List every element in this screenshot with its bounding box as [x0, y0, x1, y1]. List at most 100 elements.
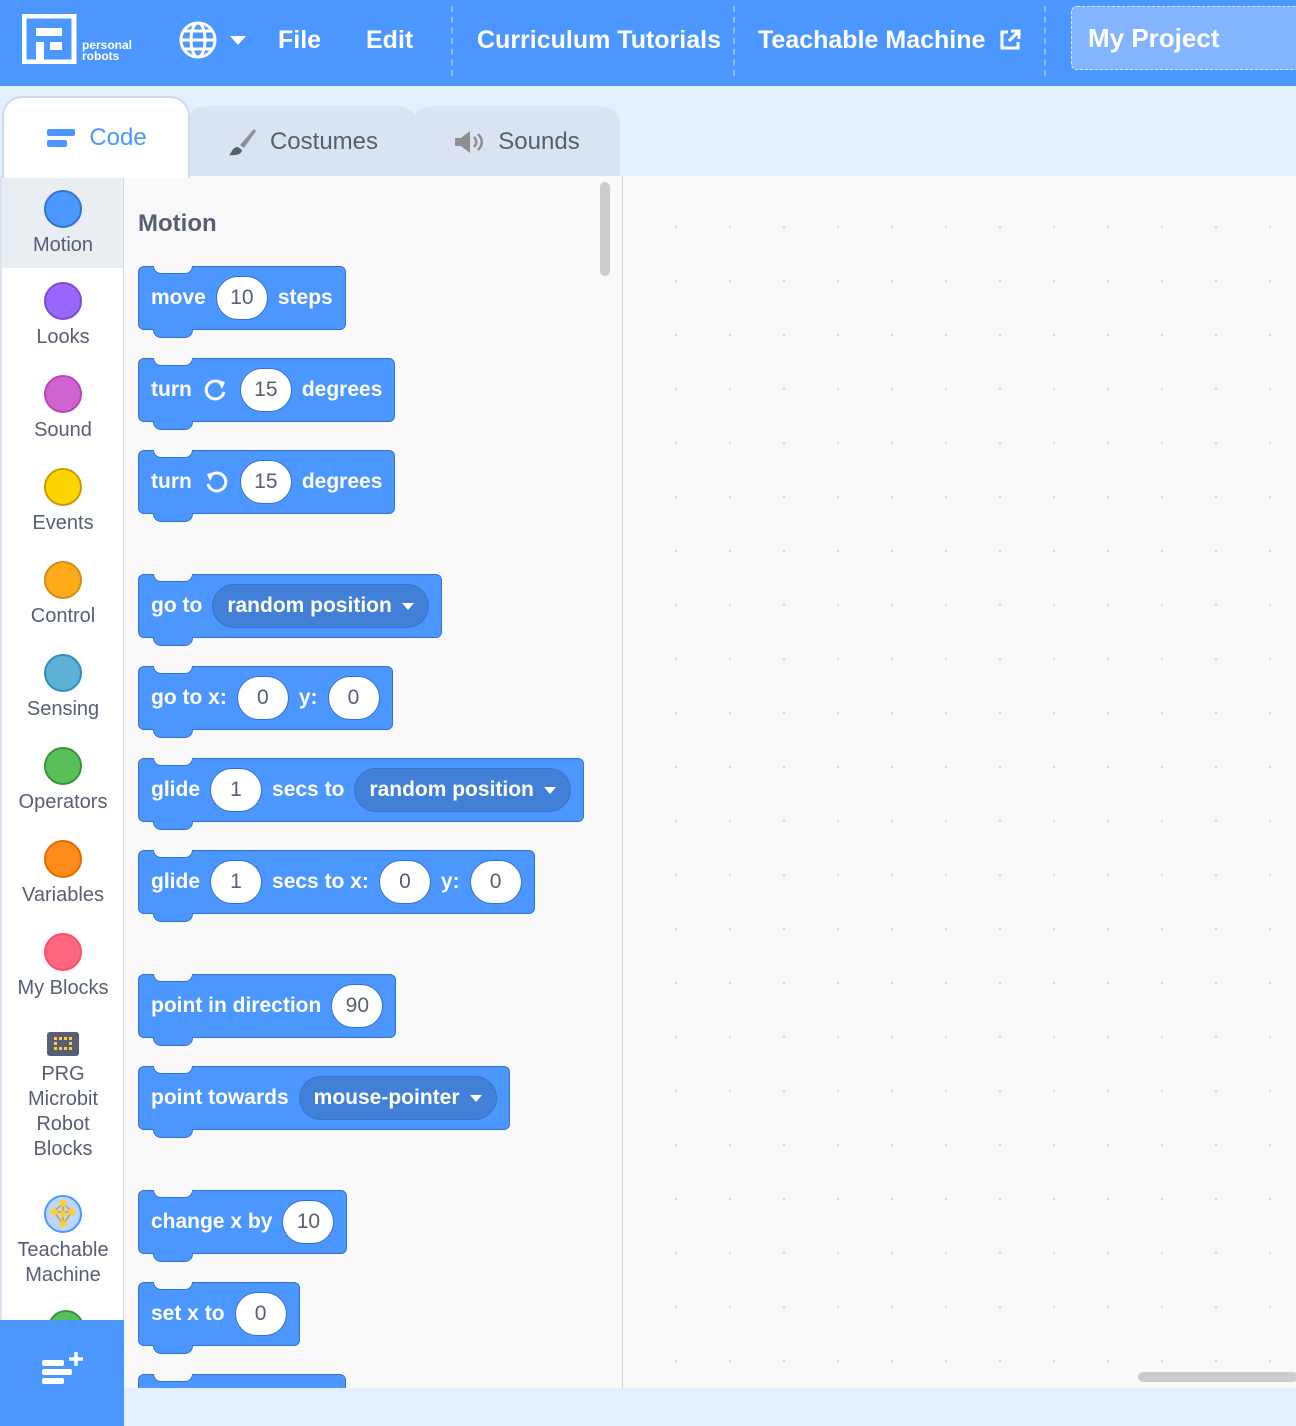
external-link-icon [1000, 29, 1021, 50]
category-label: Events [32, 512, 94, 534]
dropdown-value: mouse-pointer [313, 1086, 460, 1109]
events-dot-icon [44, 468, 82, 506]
category-motion[interactable]: Motion [2, 176, 123, 268]
category-variables[interactable]: Variables [2, 840, 123, 907]
block-turn-left[interactable]: turn 15 degrees [138, 450, 396, 522]
language-menu[interactable] [178, 0, 246, 80]
edit-menu[interactable]: Edit [366, 0, 413, 80]
category-events[interactable]: Events [2, 468, 123, 535]
block-text: degrees [301, 470, 383, 493]
category-partial-icon[interactable] [48, 1310, 84, 1320]
tab-costumes[interactable]: Costumes [186, 106, 418, 176]
paintbrush-icon [228, 129, 256, 156]
block-text: secs to [272, 778, 345, 801]
block-text: set x to [151, 1302, 225, 1325]
degrees-input[interactable]: 15 [239, 460, 292, 504]
my-blocks-dot-icon [44, 933, 82, 971]
y-input[interactable]: 0 [327, 676, 380, 720]
x-input[interactable]: 0 [236, 676, 289, 720]
tab-costumes-label: Costumes [269, 128, 379, 155]
curriculum-tutorials-menu[interactable]: Curriculum Tutorials [477, 0, 721, 80]
teachable-machine-link[interactable]: Teachable Machine [758, 0, 1021, 80]
direction-input[interactable]: 90 [331, 984, 384, 1028]
tab-code-label: Code [89, 124, 147, 151]
dropdown-value: random position [227, 594, 392, 617]
category-label: Operators [18, 791, 108, 813]
palette-section-title: Motion [138, 210, 217, 237]
rotate-counterclockwise-icon [206, 471, 228, 493]
operators-dot-icon [44, 747, 82, 785]
category-my-blocks[interactable]: My Blocks [2, 933, 123, 1000]
x-input[interactable]: 0 [378, 860, 431, 904]
tab-sounds-label: Sounds [498, 128, 580, 155]
menu-divider [733, 6, 735, 76]
block-glide-to-xy[interactable]: glide 1 secs to x: 0 y: 0 [138, 850, 535, 922]
script-area-scrollbar[interactable] [1138, 1372, 1296, 1382]
motion-dot-icon [44, 190, 82, 228]
block-text: degrees [301, 378, 383, 401]
block-text: y: [440, 870, 460, 893]
category-label: Motion [32, 234, 94, 256]
degrees-input[interactable]: 15 [239, 368, 292, 412]
globe-icon [179, 21, 217, 59]
secs-input[interactable]: 1 [210, 768, 263, 812]
dropdown-caret-icon [543, 786, 556, 794]
category-label: Sensing [26, 698, 100, 720]
category-looks[interactable]: Looks [2, 282, 123, 349]
category-label: PRG Microbit Robot Blocks [27, 1063, 98, 1160]
go-to-target-dropdown[interactable]: random position [212, 584, 429, 628]
speaker-icon [455, 131, 484, 153]
steps-input[interactable]: 10 [215, 276, 268, 320]
block-text: change x by [151, 1210, 273, 1233]
script-area[interactable] [623, 176, 1296, 1388]
project-title-input[interactable]: My Project [1071, 6, 1296, 70]
category-menu: Motion Looks Sound Events Control Sensin… [0, 176, 124, 1320]
point-towards-dropdown[interactable]: mouse-pointer [298, 1076, 497, 1120]
category-prg-microbit[interactable]: PRG Microbit Robot Blocks [2, 1030, 123, 1162]
set-x-input[interactable]: 0 [234, 1292, 287, 1336]
category-label: Variables [22, 884, 104, 906]
secs-input[interactable]: 1 [210, 860, 263, 904]
category-sensing[interactable]: Sensing [2, 654, 123, 721]
block-text: turn [151, 470, 192, 493]
block-glide-to[interactable]: glide 1 secs to random position [138, 758, 584, 830]
category-label: Control [30, 605, 96, 627]
block-text: point in direction [151, 994, 322, 1017]
tab-code[interactable]: Code [2, 96, 190, 178]
block-text: go to [151, 594, 203, 617]
block-set-x[interactable]: set x to 0 [138, 1282, 300, 1354]
file-menu[interactable]: File [278, 0, 321, 80]
category-sound[interactable]: Sound [2, 375, 123, 442]
block-go-to[interactable]: go to random position [138, 574, 442, 646]
block-point-in-direction[interactable]: point in direction 90 [138, 974, 397, 1046]
block-go-to-xy[interactable]: go to x: 0 y: 0 [138, 666, 393, 738]
sound-dot-icon [44, 375, 82, 413]
category-teachable-machine[interactable]: Teachable Machine [2, 1194, 123, 1288]
block-partial[interactable] [138, 1374, 346, 1388]
menu-divider [1044, 6, 1046, 76]
add-extension-button[interactable] [0, 1320, 124, 1426]
category-control[interactable]: Control [2, 561, 123, 628]
y-input[interactable]: 0 [469, 860, 522, 904]
block-palette: Motion move 10 steps turn 15 degrees tur… [124, 176, 623, 1388]
block-move-steps[interactable]: move 10 steps [138, 266, 346, 338]
block-text: go to x: [151, 686, 227, 709]
block-turn-right[interactable]: turn 15 degrees [138, 358, 396, 430]
tab-sounds[interactable]: Sounds [412, 106, 620, 176]
change-x-input[interactable]: 10 [282, 1200, 335, 1244]
palette-scrollbar[interactable] [600, 182, 610, 276]
dropdown-caret-icon [401, 602, 414, 610]
category-operators[interactable]: Operators [2, 747, 123, 814]
logo-text-line2: robots [82, 49, 120, 63]
looks-dot-icon [44, 282, 82, 320]
block-text: turn [151, 378, 192, 401]
block-change-x[interactable]: change x by 10 [138, 1190, 348, 1262]
glide-target-dropdown[interactable]: random position [354, 768, 571, 812]
block-text: glide [151, 870, 201, 893]
dropdown-value: random position [369, 778, 534, 801]
block-point-towards[interactable]: point towards mouse-pointer [138, 1066, 510, 1138]
sensing-dot-icon [44, 654, 82, 692]
neural-network-icon [44, 1195, 82, 1233]
menu-bar: personal robots File Edit Curriculum Tut… [0, 0, 1296, 86]
personal-robots-logo[interactable]: personal robots [21, 13, 142, 68]
